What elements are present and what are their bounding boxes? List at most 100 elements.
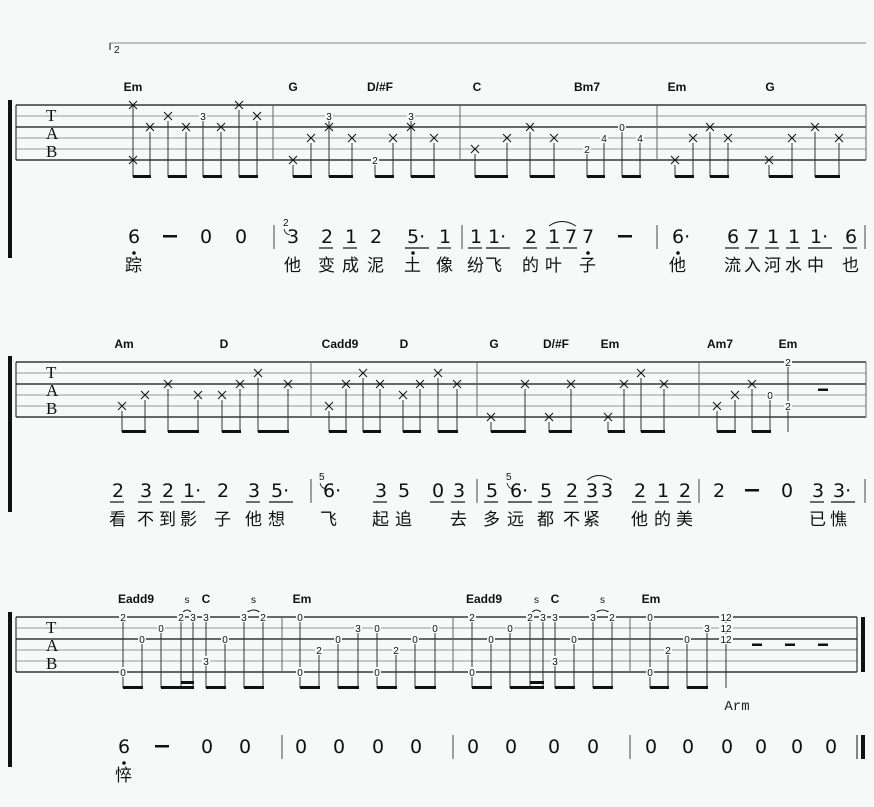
jianpu-digit: 2 [713,480,725,502]
chord-name: D [400,337,409,351]
fret-number: 2 [469,613,475,624]
jianpu-note: 2美 [676,480,693,530]
chord-name: Em [124,80,143,94]
tab-clef-letter: A [46,124,59,143]
jianpu-note: 0 [333,736,345,758]
lyric-char: 也 [842,256,859,276]
jianpu-digit: 6 [727,226,739,248]
beam [555,686,575,689]
chord-name: Cadd9 [322,337,359,351]
jianpu-digit: 1 [548,226,560,248]
fret-number: 0 [374,624,380,635]
beam [239,175,258,178]
jianpu-note: 0 [430,480,444,503]
jianpu-digit: 6 [118,736,130,758]
jianpu-note: 0 [372,736,384,758]
lyric-char: 去 [450,510,467,530]
jianpu-digit: 3 [287,226,299,248]
rest [785,643,795,646]
fret-number: 2 [785,402,791,413]
chord-name: Eadd9 [118,592,154,606]
jianpu-digit: 5 [398,480,410,502]
tab-clef-letter: A [46,636,59,655]
jianpu-note: 0 [791,736,803,758]
sixteenth-beam [530,681,544,684]
jianpu-note: 1· 影 [180,480,205,530]
lyric-char: 悴 [115,766,132,786]
lyric-char: 中 [807,256,824,276]
fret-number: 2 [584,145,590,156]
beam [472,686,492,689]
fret-number: 0 [571,635,577,646]
jianpu-note: 1· 中 [807,226,832,276]
beam [168,430,199,433]
beam [438,430,458,433]
grace-note: 5 [506,472,512,483]
beam [491,430,526,433]
jianpu-note: 6悴 [115,736,132,786]
jianpu-digit: 2 [679,480,691,502]
fret-number: 3 [190,613,196,624]
jianpu-note: 2子 [214,480,231,530]
jianpu-digit: 2 [370,226,382,248]
fret-number: 2 [372,156,378,167]
fret-number: 0 [374,668,380,679]
chord-name: Em [642,592,661,606]
jianpu-digit: 0 [467,736,479,758]
jianpu-note: 0 [645,736,657,758]
measure: Cadd9 D6·5飞3起5追0 3去 [319,337,467,530]
beam [717,430,736,433]
lyric-char: 像 [436,256,453,276]
jianpu-note: 0 [505,736,517,758]
jianpu-digit: 0 [333,736,345,758]
jianpu-digit: 1 [788,226,800,248]
tab-clef-letter: T [46,363,57,382]
jianpu-digit: 2 [162,480,174,502]
jianpu-note: 0 [295,736,307,758]
jianpu-digit: 5· [407,226,425,248]
fret-number: 3 [241,613,247,624]
jianpu-note: 6也 [842,226,859,276]
measure: Em G6·他6流7入1河1水1·中6也 [668,80,859,276]
jianpu-digit: 0 [200,226,212,248]
octave-dot-below [411,251,415,255]
jianpu-note: 1成 [342,226,359,276]
beam [687,686,708,689]
measure: G D/#F32332他2变1成2泥5·土1像 [283,80,453,276]
jianpu-digit: 6 [845,226,857,248]
jianpu-digit: 3 [248,480,260,502]
jianpu-digit: 1 [439,226,451,248]
beam [293,175,312,178]
lyric-char: 水 [785,256,802,276]
octave-dot-below [676,251,680,255]
jianpu-digit: 6· [323,480,341,502]
jianpu-digit: 1· [183,480,201,502]
beam [244,686,264,689]
jianpu-note: 0 [825,736,837,758]
chord-name: Em [601,337,620,351]
slide-label: s [185,595,190,606]
jianpu-digit: 2 [112,480,124,502]
dash-sustain [745,489,759,492]
fret-number: 3 [203,613,209,624]
tab-clef-letter: T [46,106,57,125]
jianpu-digit: 0 [372,736,384,758]
jianpu-note: 0 [467,736,479,758]
beam [549,430,572,433]
jianpu-note: 6流 [724,226,741,276]
jianpu-digit: 2 [634,480,646,502]
beam [675,175,694,178]
beam [258,430,289,433]
jianpu-digit: 1 [767,226,779,248]
beam [161,686,194,689]
fret-number: 3 [326,112,332,123]
jianpu-digit: 3 [586,480,598,502]
fret-number: 0 [619,123,625,134]
jianpu-digit: 0 [239,736,251,758]
fret-number: 2 [178,613,184,624]
jianpu-note: 1· 飞 [485,226,510,276]
jianpu-digit: 6· [510,480,528,502]
jianpu-note: 2到 [159,480,176,530]
jianpu-digit: 0 [505,736,517,758]
tab-clef-letter: B [46,654,57,673]
